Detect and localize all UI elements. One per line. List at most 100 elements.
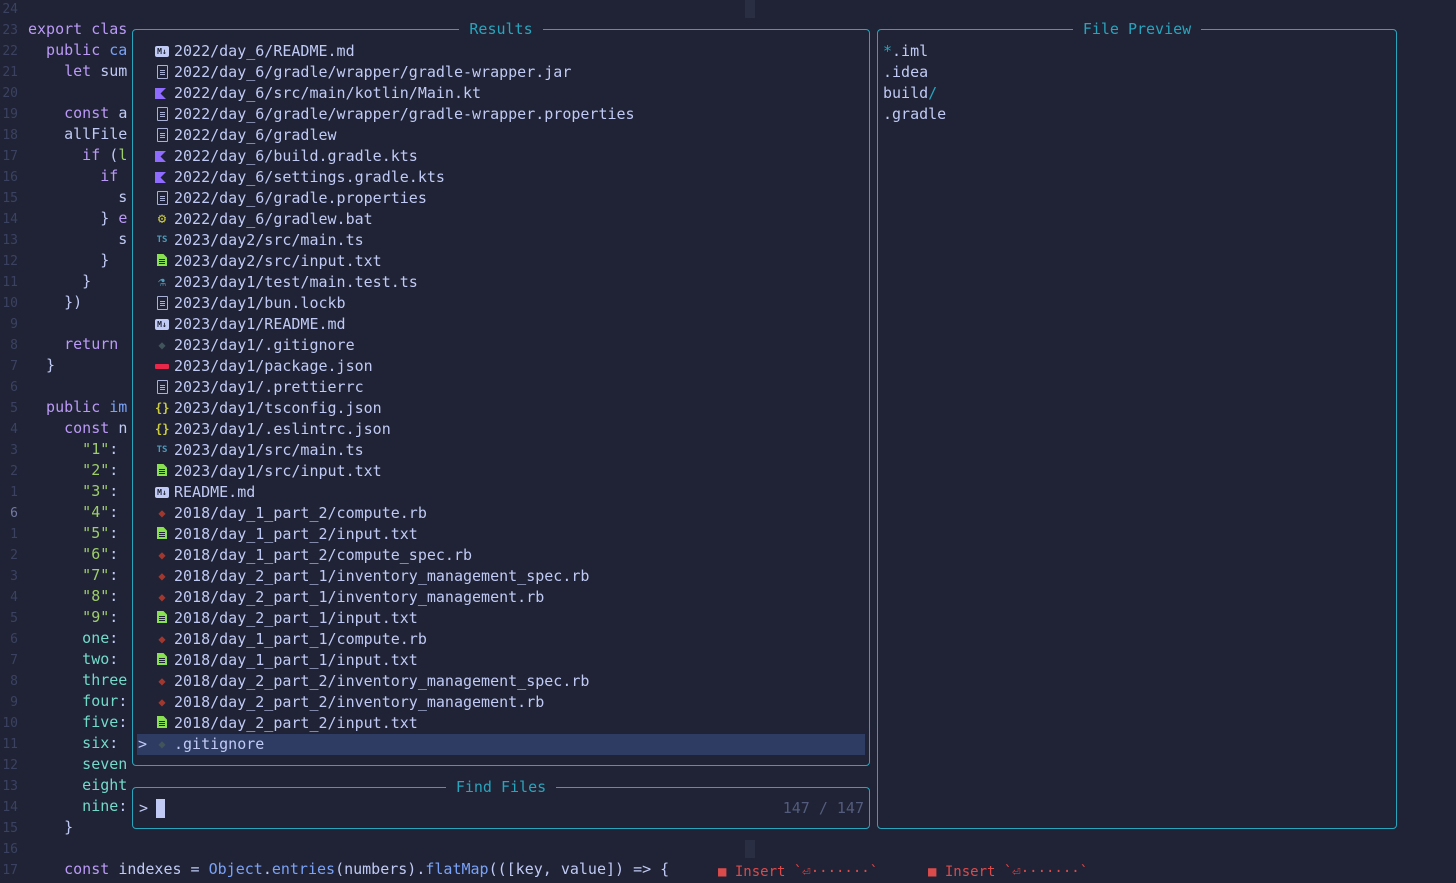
code-line[interactable]: 7 }: [0, 355, 55, 376]
code-text: } e: [28, 208, 127, 229]
code-line[interactable]: 2 "2":: [0, 460, 118, 481]
code-line[interactable]: 16: [0, 838, 18, 859]
result-item[interactable]: ◆ 2018/day_2_part_1/inventory_management_…: [137, 566, 865, 587]
line-number: 7: [10, 653, 18, 668]
code-line[interactable]: 23 export clas: [0, 19, 127, 40]
code-line[interactable]: 1 "5":: [0, 523, 118, 544]
typescript-icon: TS: [156, 445, 168, 455]
code-token: (: [109, 146, 119, 164]
result-item[interactable]: 2018/day_1_part_2/input.txt: [137, 524, 865, 545]
code-line[interactable]: 3 "1":: [0, 439, 118, 460]
result-item[interactable]: 2022/day_6/gradle/wrapper/gradle-wrapper…: [137, 104, 865, 125]
result-item[interactable]: ⚗ 2023/day1/test/main.test.ts: [137, 272, 865, 293]
code-line[interactable]: 8 return: [0, 334, 118, 355]
result-item[interactable]: 2022/day_6/gradlew: [137, 125, 865, 146]
code-line[interactable]: 13 s: [0, 229, 127, 250]
code-token: const: [28, 104, 119, 122]
code-token: :: [109, 734, 119, 752]
result-item[interactable]: ◆ 2018/day_2_part_2/inventory_management.…: [137, 692, 865, 713]
result-item[interactable]: M↓ README.md: [137, 482, 865, 503]
result-item[interactable]: 2018/day_1_part_1/input.txt: [137, 650, 865, 671]
result-item[interactable]: 2022/day_6/gradle.properties: [137, 188, 865, 209]
code-line[interactable]: 12 seven: [0, 754, 127, 775]
code-line[interactable]: 6 "4":: [0, 502, 118, 523]
result-item[interactable]: ◆ 2018/day_2_part_1/inventory_management.…: [137, 587, 865, 608]
preview-line: .gradle: [883, 104, 1392, 125]
code-line[interactable]: 10 five:: [0, 712, 127, 733]
result-item[interactable]: 2018/day_2_part_1/input.txt: [137, 608, 865, 629]
file-preview-panel[interactable]: File Preview *.iml .idea build/.gradle: [877, 20, 1397, 829]
result-item[interactable]: 2018/day_2_part_2/input.txt: [137, 713, 865, 734]
code-line[interactable]: 5 public im: [0, 397, 127, 418]
code-line[interactable]: 6 one:: [0, 628, 118, 649]
code-line[interactable]: 1 "3":: [0, 481, 118, 502]
code-line[interactable]: 12 }: [0, 250, 109, 271]
result-item[interactable]: {} 2023/day1/.eslintrc.json: [137, 419, 865, 440]
result-item[interactable]: TS 2023/day2/src/main.ts: [137, 230, 865, 251]
code-line[interactable]: 10 }): [0, 292, 82, 313]
markdown-icon: M↓: [155, 46, 169, 57]
code-line[interactable]: 11 }: [0, 271, 91, 292]
result-item[interactable]: M↓ 2022/day_6/README.md: [137, 41, 865, 62]
code-line[interactable]: 14 } e: [0, 208, 127, 229]
code-line[interactable]: 2 "6":: [0, 544, 118, 565]
code-line[interactable]: 21 let sum: [0, 61, 127, 82]
line-number: 23: [2, 23, 18, 38]
code-line[interactable]: 7 two:: [0, 649, 118, 670]
result-item[interactable]: ◆ 2018/day_1_part_1/compute.rb: [137, 629, 865, 650]
code-line[interactable]: 4 const n: [0, 418, 127, 439]
result-item[interactable]: 2023/day1/.prettierrc: [137, 377, 865, 398]
code-line[interactable]: 17 if (l: [0, 145, 127, 166]
code-text: return: [28, 334, 118, 355]
result-item[interactable]: {} 2023/day1/tsconfig.json: [137, 398, 865, 419]
result-item[interactable]: 2023/day1/package.json: [137, 356, 865, 377]
result-path: 2023/day1/.prettierrc: [174, 378, 364, 396]
code-line[interactable]: 15 }: [0, 817, 73, 838]
code-line[interactable]: 15 s: [0, 187, 127, 208]
line-number: 2: [10, 548, 18, 563]
code-line[interactable]: 8 three: [0, 670, 127, 691]
result-item[interactable]: ◆ 2018/day_1_part_2/compute_spec.rb: [137, 545, 865, 566]
code-token: "6": [28, 545, 110, 563]
result-item[interactable]: 2023/day2/src/input.txt: [137, 251, 865, 272]
code-line[interactable]: 3 "7":: [0, 565, 118, 586]
code-line[interactable]: 5 "9":: [0, 607, 118, 628]
code-line[interactable]: 9 four:: [0, 691, 127, 712]
result-item[interactable]: 2022/day_6/build.gradle.kts: [137, 146, 865, 167]
code-line[interactable]: 24: [0, 0, 18, 19]
code-line[interactable]: 22 public ca: [0, 40, 127, 61]
result-item[interactable]: ◆ 2018/day_1_part_2/compute.rb: [137, 503, 865, 524]
code-line[interactable]: 9: [0, 313, 18, 334]
code-line[interactable]: 14 nine:: [0, 796, 127, 817]
code-line[interactable]: 19 const a: [0, 103, 127, 124]
code-line[interactable]: 17 const indexes = Object.entries(number…: [0, 859, 669, 880]
code-line[interactable]: 4 "8":: [0, 586, 118, 607]
result-item[interactable]: 2023/day1/bun.lockb: [137, 293, 865, 314]
result-item[interactable]: TS 2023/day1/src/main.ts: [137, 440, 865, 461]
result-item[interactable]: 2022/day_6/gradle/wrapper/gradle-wrapper…: [137, 62, 865, 83]
code-token: four: [28, 692, 119, 710]
result-item[interactable]: 2023/day1/src/input.txt: [137, 461, 865, 482]
result-path: 2018/day_2_part_2/inventory_management.r…: [174, 693, 545, 711]
code-line[interactable]: 11 six:: [0, 733, 118, 754]
result-item[interactable]: 2022/day_6/src/main/kotlin/Main.kt: [137, 83, 865, 104]
result-item[interactable]: M↓ 2023/day1/README.md: [137, 314, 865, 335]
preview-line: .idea: [883, 62, 1392, 83]
code-line[interactable]: 20: [0, 82, 18, 103]
window-separator-bottom[interactable]: [745, 840, 755, 858]
code-line[interactable]: 18 allFile: [0, 124, 127, 145]
window-separator-top[interactable]: [745, 0, 755, 18]
result-item[interactable]: ◆ 2023/day1/.gitignore: [137, 335, 865, 356]
code-line[interactable]: 6: [0, 376, 18, 397]
result-item[interactable]: 2022/day_6/settings.gradle.kts: [137, 167, 865, 188]
search-input[interactable]: [156, 799, 165, 818]
code-text: public im: [28, 397, 127, 418]
code-line[interactable]: 13 eight: [0, 775, 127, 796]
result-item-selected[interactable]: > ◆ .gitignore: [137, 734, 865, 755]
result-item[interactable]: ⚙ 2022/day_6/gradlew.bat: [137, 209, 865, 230]
code-line[interactable]: 16 if: [0, 166, 118, 187]
line-number: 6: [10, 506, 18, 521]
code-text: if (l: [28, 145, 127, 166]
code-token: }): [28, 293, 83, 311]
result-item[interactable]: ◆ 2018/day_2_part_2/inventory_management_…: [137, 671, 865, 692]
